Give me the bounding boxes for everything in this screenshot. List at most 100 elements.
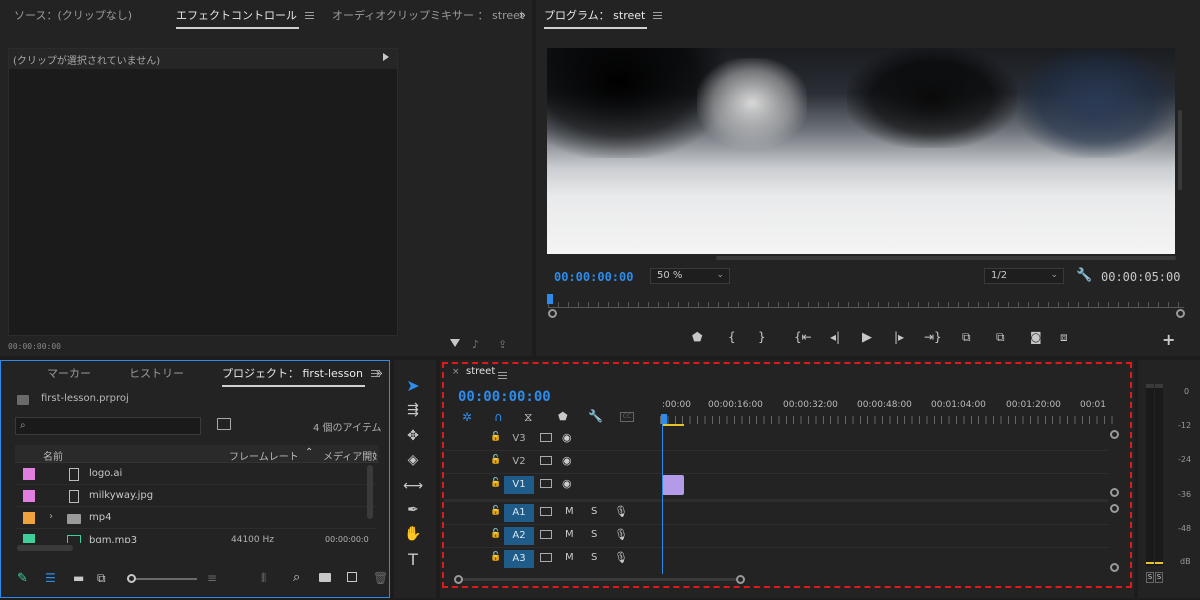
sync-lock-icon[interactable] xyxy=(540,530,552,539)
solo-button[interactable]: S xyxy=(591,552,597,563)
lock-icon[interactable]: 🔓 xyxy=(490,506,501,518)
expand-chevron-icon[interactable]: › xyxy=(49,511,53,522)
track-height-handle[interactable] xyxy=(1110,430,1119,439)
eye-icon[interactable]: ◉ xyxy=(562,477,572,490)
label-color-swatch[interactable] xyxy=(23,468,35,480)
sync-lock-icon[interactable] xyxy=(540,553,552,562)
eye-icon[interactable]: ◉ xyxy=(562,454,572,467)
slip-tool-icon[interactable]: ⟷ xyxy=(402,476,424,496)
play-icon[interactable]: ▶ xyxy=(862,330,872,345)
mute-button[interactable]: M xyxy=(565,506,574,517)
sequence-tab[interactable]: street xyxy=(466,366,495,377)
eye-icon[interactable]: ◉ xyxy=(562,431,572,444)
sort-ascending-icon[interactable]: ⌃ xyxy=(305,447,313,458)
ripple-edit-tool-icon[interactable]: ✥ xyxy=(402,426,424,446)
lock-icon[interactable]: 🔓 xyxy=(490,529,501,541)
zoom-select[interactable]: 50 % ⌄ xyxy=(650,268,730,284)
trash-icon[interactable]: 🗑 xyxy=(373,571,388,585)
mark-out-icon[interactable]: } xyxy=(758,330,766,344)
razor-tool-icon[interactable]: ◈ xyxy=(402,450,424,470)
extract-icon[interactable]: ⧉ xyxy=(996,330,1005,345)
label-color-swatch[interactable] xyxy=(23,534,35,543)
track-name[interactable]: A3 xyxy=(504,550,534,568)
program-menu-icon[interactable] xyxy=(653,11,663,19)
nest-icon[interactable]: ✲ xyxy=(462,410,472,424)
track-v3[interactable]: 🔓 V3 ◉ xyxy=(444,428,664,450)
list-item[interactable]: › mp4 xyxy=(15,507,377,529)
sync-lock-icon[interactable] xyxy=(540,479,552,488)
tab-source[interactable]: ソース：(クリップなし) xyxy=(14,7,132,23)
step-forward-icon[interactable]: |▸ xyxy=(894,330,904,344)
overflow-chevron-icon[interactable]: » xyxy=(519,9,526,21)
step-back-icon[interactable]: ◂| xyxy=(830,330,840,344)
column-media-start[interactable]: メディア開始 xyxy=(323,448,377,463)
freeform-view-icon[interactable]: ⧉ xyxy=(97,571,106,586)
sequence-menu-icon[interactable] xyxy=(498,371,507,379)
add-marker-icon[interactable]: ⬟ xyxy=(692,330,702,344)
camera-icon[interactable]: ◙ xyxy=(1030,330,1042,344)
mute-button[interactable]: M xyxy=(565,529,574,540)
zoom-handle-left[interactable] xyxy=(454,575,463,584)
close-icon[interactable]: × xyxy=(452,367,460,377)
hand-tool-icon[interactable]: ✋ xyxy=(402,524,424,544)
sync-lock-icon[interactable] xyxy=(540,456,552,465)
lock-icon[interactable]: 🔓 xyxy=(490,455,501,467)
program-timecode[interactable]: 00:00:00:00 xyxy=(554,270,633,284)
linked-selection-icon[interactable]: ⧖ xyxy=(524,410,532,425)
expand-triangle-icon[interactable] xyxy=(383,53,389,61)
microphone-icon[interactable]: 🎙 xyxy=(614,551,628,564)
label-color-swatch[interactable] xyxy=(23,512,35,524)
track-height-handle[interactable] xyxy=(1110,563,1119,572)
track-height-handle[interactable] xyxy=(1110,488,1119,497)
captions-icon[interactable]: CC xyxy=(620,412,634,422)
program-title[interactable]: プログラム： street xyxy=(544,7,648,29)
pencil-icon[interactable]: ✎ xyxy=(17,571,28,586)
tab-project[interactable]: プロジェクト： first-lesson xyxy=(222,365,365,387)
microphone-icon[interactable]: 🎙 xyxy=(614,528,628,541)
timeline-zoom-scrollbar[interactable] xyxy=(458,578,742,581)
track-name[interactable]: A2 xyxy=(504,527,534,545)
mark-in-icon[interactable]: { xyxy=(728,330,736,344)
project-hscrollbar[interactable] xyxy=(17,545,73,551)
tab-markers[interactable]: マーカー xyxy=(47,365,91,381)
tab-audio-clip-mixer[interactable]: オーディオクリップミキサー ： street xyxy=(332,7,524,23)
track-a3[interactable]: 🔓 A3 M S 🎙 xyxy=(444,548,664,570)
preview-scrollbar[interactable] xyxy=(716,256,1176,260)
list-item[interactable]: bgm.mp3 44100 Hz 00:00:00:0 xyxy=(15,529,377,543)
lock-icon[interactable]: 🔓 xyxy=(490,478,501,490)
track-a1[interactable]: 🔓 A1 M S 🎙 xyxy=(444,502,664,524)
vertical-scrollbar[interactable] xyxy=(1178,110,1182,190)
overflow-chevron-icon[interactable]: » xyxy=(376,367,383,379)
track-name[interactable]: V2 xyxy=(504,453,534,471)
comparison-view-icon[interactable]: ⧈ xyxy=(1060,330,1068,345)
lock-icon[interactable]: 🔓 xyxy=(490,432,501,444)
timeline-ruler[interactable]: :00:00 00:00:16:00 00:00:32:00 00:00:48:… xyxy=(660,398,1114,428)
list-item[interactable]: milkyway.jpg xyxy=(15,485,377,507)
filter-icon[interactable] xyxy=(450,339,460,347)
program-ruler[interactable] xyxy=(548,296,1184,308)
solo-button[interactable]: S xyxy=(591,529,597,540)
sort-icon[interactable]: ≡ xyxy=(207,571,217,585)
new-bin-icon[interactable] xyxy=(319,573,331,582)
add-button-icon[interactable]: + xyxy=(1162,330,1175,349)
zoom-handle-right[interactable] xyxy=(736,575,745,584)
list-view-icon[interactable]: ☰ xyxy=(45,571,56,585)
video-clip[interactable] xyxy=(662,475,684,495)
lock-icon[interactable]: 🔓 xyxy=(490,552,501,564)
selection-tool-icon[interactable]: ➤ xyxy=(402,376,424,396)
panel-menu-icon[interactable] xyxy=(305,11,315,19)
export-icon[interactable]: ⇪ xyxy=(498,338,507,351)
playhead-marker[interactable] xyxy=(547,294,553,304)
meter-solo-button[interactable]: S xyxy=(1155,572,1163,583)
track-v1[interactable]: 🔓 V1 ◉ xyxy=(444,474,664,496)
zoom-slider-handle[interactable] xyxy=(127,574,136,583)
track-name[interactable]: A1 xyxy=(504,504,534,522)
playhead-marker[interactable] xyxy=(661,414,667,424)
zoom-handle-right[interactable] xyxy=(1176,309,1185,318)
project-search-input[interactable]: ⌕ xyxy=(15,417,201,435)
new-item-icon[interactable] xyxy=(347,572,357,582)
timeline-timecode[interactable]: 00:00:00:00 xyxy=(458,389,551,405)
type-tool-icon[interactable]: T xyxy=(402,550,424,570)
column-name[interactable]: 名前 xyxy=(43,448,63,463)
tab-history[interactable]: ヒストリー xyxy=(129,365,184,381)
